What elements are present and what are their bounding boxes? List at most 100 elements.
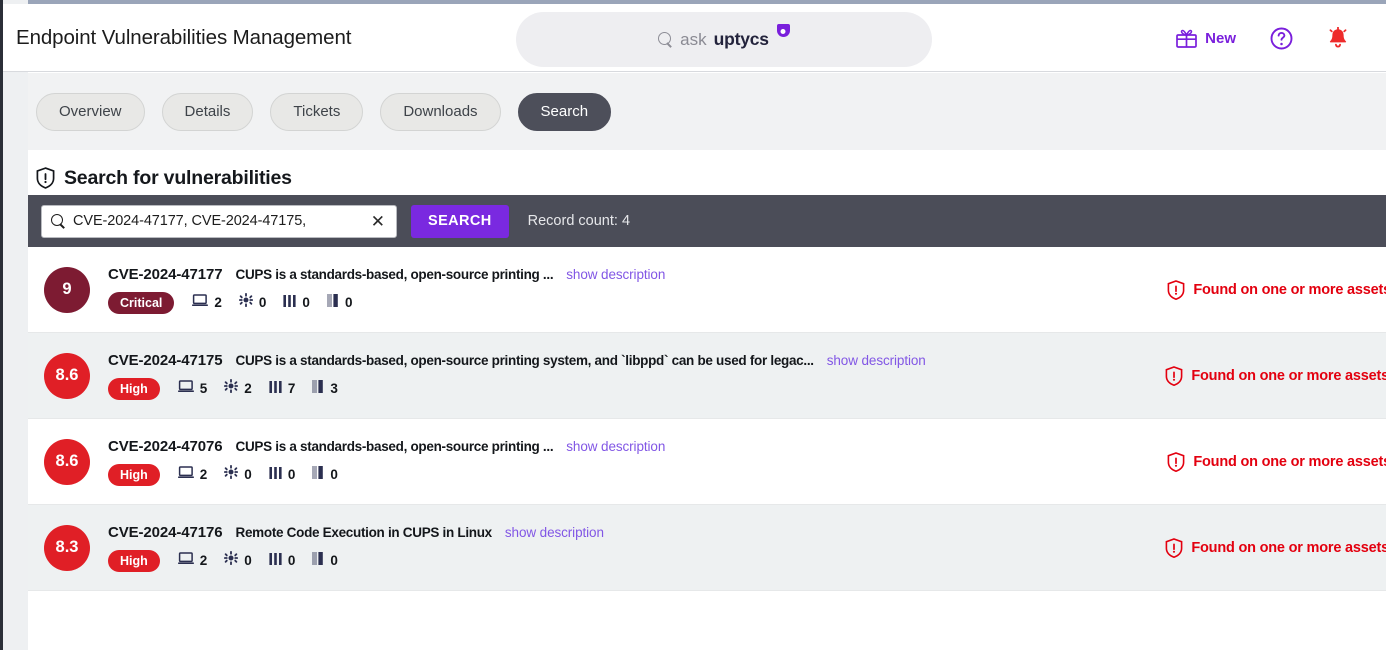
found-on-assets-label: Found on one or more assets: [1193, 281, 1386, 298]
metric-value: 0: [244, 553, 252, 568]
metric-bars: 0: [283, 294, 310, 312]
results-list: 9 CVE-2024-47177 CUPS is a standards-based…: [28, 247, 1386, 650]
found-on-assets-status: Found on one or more assets: [1167, 451, 1386, 472]
cve-description: CUPS is a standards-based, open-source p…: [235, 266, 554, 282]
metric-laptop: 5: [177, 379, 207, 398]
tab-downloads[interactable]: Downloads: [380, 92, 501, 131]
tab-overview[interactable]: Overview: [36, 92, 145, 131]
metric-value: 2: [214, 295, 222, 310]
metric-bars: 7: [269, 380, 295, 398]
page-title: Endpoint Vulnerabilities Management: [16, 25, 352, 49]
cvss-score-badge: 8.6: [44, 352, 90, 399]
container-icon: [224, 551, 239, 570]
metric-value: 2: [244, 381, 252, 396]
server-icon: [312, 465, 324, 484]
ask-label: ask: [680, 29, 707, 49]
metric-server: 0: [326, 293, 352, 312]
show-description-link[interactable]: show description: [566, 267, 665, 282]
search-icon: [658, 32, 673, 47]
cvss-score-badge: 8.6: [44, 438, 90, 485]
help-button[interactable]: [1253, 27, 1310, 50]
metric-value: 2: [199, 467, 208, 482]
cvss-score-badge: 9: [44, 266, 90, 313]
search-input[interactable]: CVE-2024-47177, CVE-2024-47175,: [73, 213, 361, 229]
tab-tickets[interactable]: Tickets: [270, 92, 364, 131]
bars-icon: [269, 466, 282, 484]
bell-icon: [1327, 26, 1349, 50]
metric-value: 0: [287, 467, 296, 482]
uptycs-brand-label: uptycs: [713, 29, 769, 49]
found-on-assets-label: Found on one or more assets: [1191, 539, 1386, 556]
notifications-button[interactable]: [1310, 26, 1366, 50]
found-on-assets-status: Found on one or more assets: [1165, 537, 1386, 558]
bars-icon: [269, 380, 282, 398]
metric-container: 0: [224, 551, 252, 570]
search-button[interactable]: SEARCH: [411, 204, 509, 238]
cve-id[interactable]: CVE-2024-47076: [108, 438, 223, 455]
shield-alert-icon: [1167, 451, 1185, 472]
asset-metrics: 5 2 7 3: [177, 379, 338, 398]
search-icon: [51, 214, 65, 228]
container-icon: [224, 465, 239, 484]
asset-metrics: 2000: [177, 465, 338, 484]
tab-search[interactable]: Search: [517, 92, 612, 131]
cve-id[interactable]: CVE-2024-47177: [108, 266, 223, 283]
tab-bar: Overview Details Tickets Downloads Search: [28, 73, 1386, 150]
cve-description: CUPS is a standards-based, open-source p…: [235, 352, 815, 368]
left-rail-background: [3, 0, 28, 650]
server-icon: [312, 379, 324, 398]
found-on-assets-status: Found on one or more assets: [1167, 279, 1386, 300]
vulnerability-row[interactable]: 9 CVE-2024-47177 CUPS is a standards-based…: [28, 247, 1386, 333]
metric-bars: 0: [269, 466, 296, 484]
metric-laptop: 2: [192, 293, 222, 312]
record-count-label: Record count: 4: [527, 213, 631, 229]
metric-server: 0: [312, 465, 338, 484]
metric-value: 0: [302, 295, 310, 310]
container-icon: [224, 379, 239, 398]
gift-icon: [1176, 29, 1198, 48]
found-on-assets-label: Found on one or more assets: [1193, 453, 1386, 470]
clear-search-icon[interactable]: ✕: [369, 213, 387, 230]
metric-value: 0: [287, 553, 296, 568]
cve-id[interactable]: CVE-2024-47175: [108, 352, 223, 369]
container-icon: [238, 293, 253, 312]
ask-uptycs-search-button[interactable]: ask uptycs: [516, 12, 932, 67]
show-description-link[interactable]: show description: [505, 525, 604, 540]
cve-description: CUPS is a standards-based, open-source p…: [235, 438, 554, 454]
left-navigation-rail[interactable]: [0, 0, 3, 650]
metric-container: 0: [224, 465, 252, 484]
shield-alert-icon: [1165, 365, 1183, 386]
server-icon: [312, 551, 324, 570]
laptop-icon: [177, 379, 194, 398]
header-actions: New: [1159, 4, 1366, 72]
show-description-link[interactable]: show description: [566, 439, 665, 454]
cve-id[interactable]: CVE-2024-47176: [108, 524, 223, 541]
metric-value: 0: [330, 553, 338, 568]
metric-value: 0: [258, 295, 267, 310]
tab-details[interactable]: Details: [161, 92, 254, 131]
metric-server: 0: [312, 551, 338, 570]
found-on-assets-status: Found on one or more assets: [1165, 365, 1386, 386]
laptop-icon: [177, 465, 194, 484]
metric-laptop: 2: [177, 465, 208, 484]
laptop-icon: [192, 293, 209, 312]
vulnerability-row[interactable]: 8.3 CVE-2024-47176 Remote Code Execution i…: [28, 505, 1386, 591]
app-header: Endpoint Vulnerabilities Management ask …: [3, 4, 1386, 72]
cve-description: Remote Code Execution in CUPS in Linux: [235, 524, 493, 540]
metric-value: 2: [199, 553, 208, 568]
vulnerability-row[interactable]: 8.6 CVE-2024-47076 CUPS is a standards-bas…: [28, 419, 1386, 505]
shield-alert-icon: [36, 167, 55, 189]
metric-container: 2: [224, 379, 252, 398]
cvss-score-badge: 8.3: [44, 524, 90, 571]
show-description-link[interactable]: show description: [827, 353, 926, 368]
vulnerability-row[interactable]: 8.6 CVE-2024-47175 CUPS is a standards-bas…: [28, 333, 1386, 419]
search-toolbar: CVE-2024-47177, CVE-2024-47175, ✕ SEARCH…: [28, 195, 1386, 247]
shield-alert-icon: [1167, 279, 1185, 300]
metric-bars: 0: [269, 552, 296, 570]
search-input-wrapper[interactable]: CVE-2024-47177, CVE-2024-47175, ✕: [41, 204, 397, 238]
metric-server: 3: [312, 379, 338, 398]
whats-new-button[interactable]: New: [1159, 29, 1253, 48]
bars-icon: [269, 552, 282, 570]
panel-title: Search for vulnerabilities: [64, 166, 292, 189]
shield-alert-icon: [1165, 537, 1183, 558]
